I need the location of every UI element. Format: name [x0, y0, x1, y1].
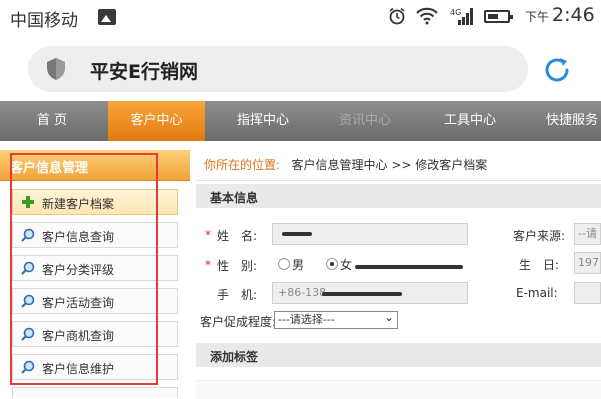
divider — [196, 180, 601, 181]
svg-text:4G: 4G — [450, 8, 461, 17]
tags-title: 添加标签 — [210, 350, 259, 364]
gender-female-label: 女 — [340, 258, 353, 272]
breadcrumb: 你所在的位置: 客户信息管理中心 >> 修改客户档案 — [204, 156, 487, 173]
tags-row-partial — [196, 380, 601, 399]
required-star: * — [205, 228, 211, 242]
redaction-mark — [322, 292, 402, 296]
gender-label: 性 别: — [217, 259, 258, 273]
nav-quick-service[interactable]: 快捷服务 — [528, 101, 601, 141]
promotion-select[interactable]: ---请选择--- — [274, 309, 398, 329]
source-label: 客户来源: — [513, 229, 566, 243]
shield-icon[interactable] — [45, 57, 67, 81]
nav-tools-center[interactable]: 工具中心 — [420, 101, 520, 141]
gender-male-label: 男 — [292, 258, 305, 272]
promotion-label: 客户促成程度: — [200, 315, 277, 329]
nav-command-center[interactable]: 指挥中心 — [211, 101, 315, 141]
birthday-label: 生 日: — [519, 258, 560, 272]
birthday-field[interactable]: 197 — [574, 252, 601, 274]
alarm-icon — [389, 7, 405, 25]
time-period-label: 下午 — [525, 10, 550, 24]
page-title[interactable]: 平安E行销网 — [90, 57, 198, 84]
battery-icon — [484, 10, 513, 23]
gender-female-radio[interactable] — [326, 258, 338, 270]
gender-male-radio[interactable] — [278, 258, 290, 270]
wifi-icon — [416, 7, 438, 25]
phone-label: 手 机: — [217, 288, 258, 302]
clock-time: 2:46 — [552, 4, 595, 26]
nav-home[interactable]: 首 页 — [0, 101, 104, 141]
breadcrumb-prefix: 你所在的位置: — [204, 158, 281, 172]
image-notification-icon — [98, 9, 116, 25]
name-label: 姓 名: — [217, 229, 258, 243]
redaction-mark — [282, 232, 312, 236]
required-star: * — [205, 258, 211, 272]
breadcrumb-path: 客户信息管理中心 >> 修改客户档案 — [291, 158, 488, 172]
email-field[interactable] — [574, 282, 601, 304]
highlight-annotation-box — [10, 153, 158, 385]
reload-icon[interactable] — [540, 53, 574, 87]
nav-info-center[interactable]: 资讯中心 — [315, 101, 415, 141]
nav-customer-center[interactable]: 客户中心 — [108, 101, 205, 141]
carrier-label: 中国移动 — [10, 11, 78, 31]
sidebar-item-partial[interactable] — [12, 387, 178, 398]
basic-info-title: 基本信息 — [210, 191, 259, 205]
email-label: E-mail: — [516, 286, 558, 300]
signal-icon: 4G — [450, 8, 473, 25]
redaction-mark — [355, 265, 463, 269]
source-select[interactable]: --请 — [574, 223, 601, 245]
